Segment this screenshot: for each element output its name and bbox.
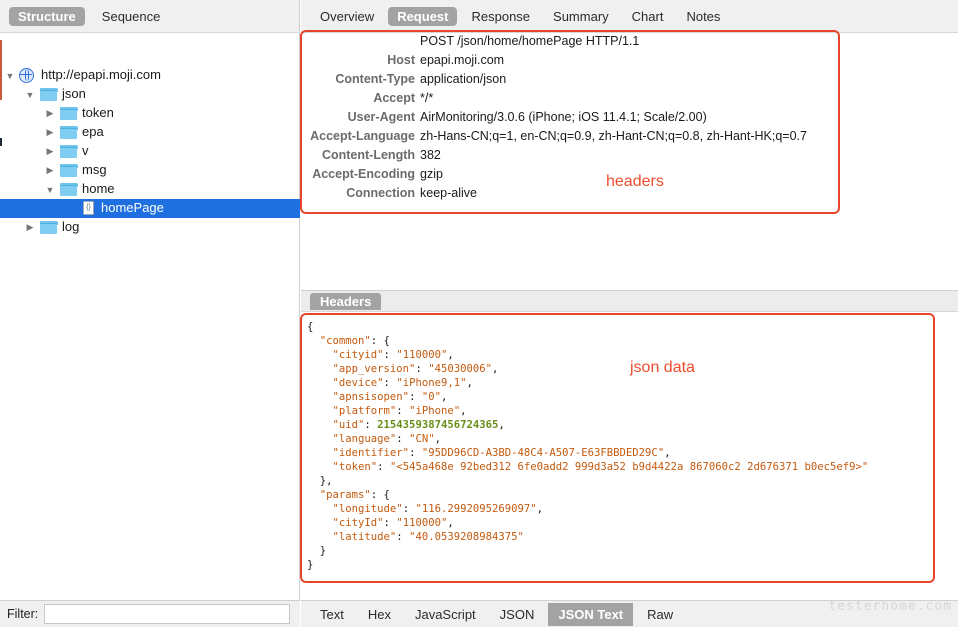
tree-item[interactable]: ▶ epa bbox=[0, 123, 300, 142]
detail-tabbar: Overview Request Response Summary Chart … bbox=[301, 0, 958, 33]
tree-item[interactable]: ▶ token bbox=[0, 104, 300, 123]
tree-item-label: json bbox=[62, 86, 86, 101]
disclosure-collapsed-icon[interactable]: ▶ bbox=[45, 108, 55, 119]
tab-json-text[interactable]: JSON Text bbox=[548, 602, 634, 626]
disclosure-expanded-icon[interactable]: ▼ bbox=[45, 185, 55, 195]
tab-text[interactable]: Text bbox=[310, 603, 354, 626]
tree-item-label: homePage bbox=[101, 200, 164, 215]
tree-item[interactable]: {} homePage bbox=[0, 199, 300, 218]
tree-item[interactable]: ▼ json bbox=[0, 85, 300, 104]
tree-item-label: epa bbox=[82, 124, 104, 139]
watermark: testerhome.com bbox=[828, 599, 952, 614]
json-file-icon: {} bbox=[83, 201, 94, 215]
view-mode-segmented-control: Structure Sequence bbox=[0, 0, 299, 33]
disclosure-expanded-icon[interactable]: ▼ bbox=[5, 71, 15, 81]
tab-overview[interactable]: Overview bbox=[311, 7, 383, 26]
tab-request[interactable]: Request bbox=[388, 6, 458, 26]
window-edge-mark bbox=[0, 138, 2, 146]
folder-icon bbox=[40, 88, 58, 101]
disclosure-expanded-icon[interactable]: ▼ bbox=[25, 90, 35, 100]
folder-icon bbox=[60, 183, 78, 196]
charles-proxy-window: Structure Sequence ▼ http://epapi.moji.co… bbox=[0, 0, 958, 627]
tree-item-label: log bbox=[62, 219, 80, 234]
tree-item[interactable]: ▼ home bbox=[0, 180, 300, 199]
folder-icon bbox=[60, 164, 78, 177]
window-edge-mark bbox=[0, 40, 2, 100]
headers-annotation-box bbox=[300, 30, 840, 214]
json-annotation-label: json data bbox=[630, 359, 695, 376]
filter-input[interactable] bbox=[44, 604, 291, 624]
tab-notes[interactable]: Notes bbox=[677, 7, 729, 26]
tab-raw[interactable]: Raw bbox=[637, 603, 683, 626]
folder-icon bbox=[60, 107, 78, 120]
tab-headers[interactable]: Headers bbox=[310, 293, 382, 310]
tab-chart[interactable]: Chart bbox=[623, 7, 673, 26]
segment-sequence[interactable]: Sequence bbox=[93, 7, 170, 26]
tree-item-label: home bbox=[82, 181, 115, 196]
disclosure-collapsed-icon[interactable]: ▶ bbox=[45, 165, 55, 176]
tab-javascript[interactable]: JavaScript bbox=[405, 603, 486, 626]
globe-icon bbox=[19, 68, 34, 83]
structure-pane: Structure Sequence ▼ http://epapi.moji.co… bbox=[0, 0, 300, 627]
tree-item[interactable]: ▼ http://epapi.moji.com bbox=[0, 66, 300, 85]
disclosure-collapsed-icon[interactable]: ▶ bbox=[25, 222, 35, 233]
pane-splitter[interactable]: Headers bbox=[301, 290, 958, 312]
tab-response[interactable]: Response bbox=[462, 7, 539, 26]
tree-item-label: http://epapi.moji.com bbox=[41, 67, 161, 82]
tab-json[interactable]: JSON bbox=[490, 603, 545, 626]
tree-item-label: v bbox=[82, 143, 89, 158]
tree-item[interactable]: ▶ log bbox=[0, 218, 300, 237]
tree-item[interactable]: ▶ msg bbox=[0, 161, 300, 180]
disclosure-collapsed-icon[interactable]: ▶ bbox=[45, 127, 55, 138]
segment-structure[interactable]: Structure bbox=[9, 6, 85, 26]
folder-icon bbox=[40, 221, 58, 234]
filter-bar: Filter: bbox=[0, 600, 300, 627]
tree-item-label: token bbox=[82, 105, 114, 120]
disclosure-collapsed-icon[interactable]: ▶ bbox=[45, 146, 55, 157]
headers-annotation-label: headers bbox=[606, 173, 664, 190]
tab-hex[interactable]: Hex bbox=[358, 603, 401, 626]
tree-item[interactable]: ▶ v bbox=[0, 142, 300, 161]
json-annotation-box bbox=[300, 313, 935, 583]
folder-icon bbox=[60, 145, 78, 158]
folder-icon bbox=[60, 126, 78, 139]
tree-item-label: msg bbox=[82, 162, 107, 177]
filter-label: Filter: bbox=[7, 607, 39, 621]
tab-summary[interactable]: Summary bbox=[544, 7, 618, 26]
